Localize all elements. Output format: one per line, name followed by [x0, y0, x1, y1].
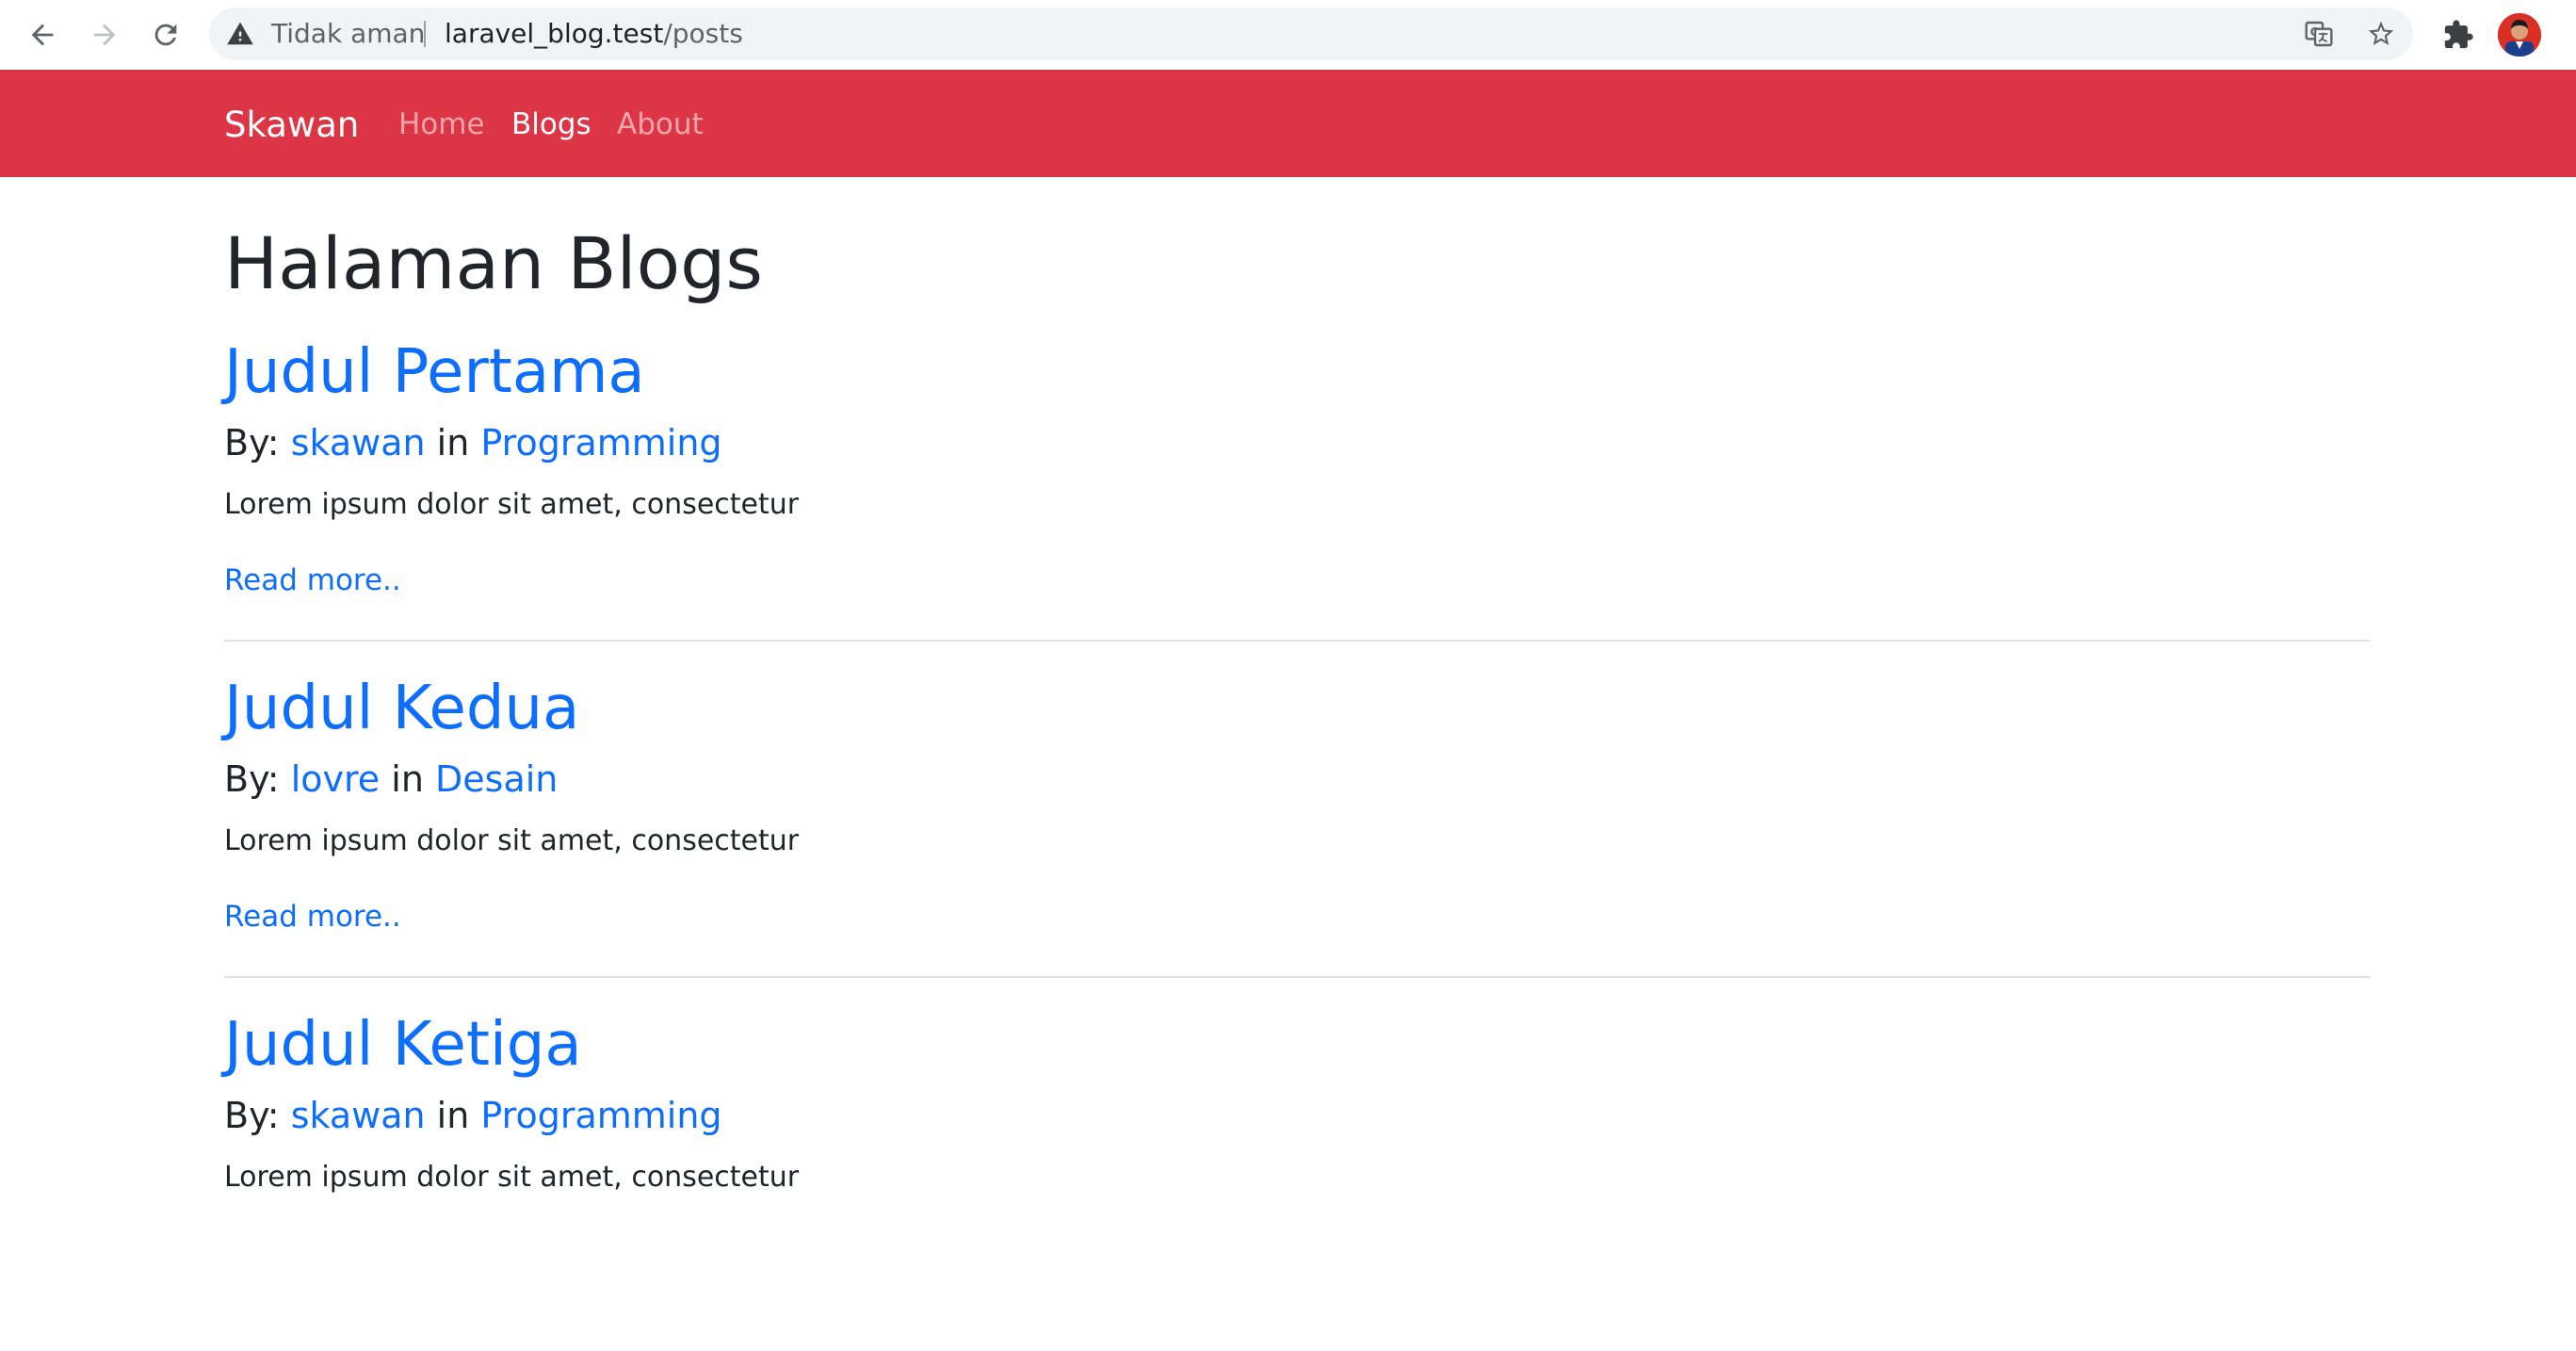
- reload-icon[interactable]: [142, 11, 189, 58]
- nav-link-blogs[interactable]: Blogs: [511, 70, 591, 177]
- post-item: Judul Kedua By: lovre in Desain Lorem ip…: [224, 678, 2370, 1015]
- post-excerpt: Lorem ipsum dolor sit amet, consectetur: [224, 824, 800, 857]
- category-link[interactable]: Programming: [480, 422, 721, 464]
- address-bar[interactable]: Tidak aman laravel_blog.test/posts G: [209, 8, 2413, 60]
- page-title: Halaman Blogs: [224, 221, 763, 305]
- post-excerpt: Lorem ipsum dolor sit amet, consectetur: [224, 488, 800, 521]
- by-label: By:: [224, 758, 280, 800]
- author-link[interactable]: lovre: [291, 758, 380, 800]
- translate-icon[interactable]: G: [2302, 17, 2336, 51]
- post-title-link[interactable]: Judul Pertama: [224, 342, 645, 402]
- post-meta: By: skawan in Programming: [224, 425, 722, 461]
- author-link[interactable]: skawan: [291, 422, 426, 464]
- navbar: Skawan Home Blogs About: [0, 70, 2576, 177]
- post-divider: [224, 640, 2370, 642]
- by-label: By:: [224, 1095, 280, 1136]
- in-label: in: [436, 1095, 470, 1136]
- browser-toolbar: Tidak aman laravel_blog.test/posts G: [0, 0, 2576, 70]
- back-icon[interactable]: [19, 11, 66, 58]
- profile-avatar[interactable]: [2498, 13, 2541, 57]
- by-label: By:: [224, 422, 280, 464]
- read-more-link[interactable]: Read more..: [224, 566, 401, 595]
- star-icon[interactable]: [2364, 17, 2398, 51]
- post-title-link[interactable]: Judul Kedua: [224, 678, 579, 739]
- forward-icon[interactable]: [81, 11, 128, 58]
- category-link[interactable]: Desain: [435, 758, 558, 800]
- nav-link-about[interactable]: About: [617, 70, 704, 177]
- security-label[interactable]: Tidak aman: [271, 8, 425, 60]
- read-more-link[interactable]: Read more..: [224, 903, 401, 932]
- post-meta: By: lovre in Desain: [224, 761, 558, 797]
- in-label: in: [436, 422, 470, 464]
- in-label: in: [391, 758, 424, 800]
- url-text[interactable]: laravel_blog.test/posts: [445, 8, 743, 60]
- url-host: laravel_blog.test: [445, 18, 664, 49]
- category-link[interactable]: Programming: [480, 1095, 721, 1136]
- url-path: /posts: [663, 18, 743, 49]
- navbar-brand[interactable]: Skawan: [224, 70, 359, 177]
- warning-icon[interactable]: [226, 20, 254, 48]
- post-item: Judul Pertama By: skawan in Programming …: [224, 342, 2370, 678]
- post-title-link[interactable]: Judul Ketiga: [224, 1015, 582, 1075]
- post-excerpt: Lorem ipsum dolor sit amet, consectetur: [224, 1161, 800, 1194]
- extensions-icon[interactable]: [2438, 14, 2479, 56]
- nav-link-home[interactable]: Home: [398, 70, 485, 177]
- post-item: Judul Ketiga By: skawan in Programming L…: [224, 1015, 2370, 1351]
- omnibox-separator: [424, 21, 426, 47]
- post-divider: [224, 976, 2370, 978]
- post-meta: By: skawan in Programming: [224, 1098, 722, 1133]
- author-link[interactable]: skawan: [291, 1095, 426, 1136]
